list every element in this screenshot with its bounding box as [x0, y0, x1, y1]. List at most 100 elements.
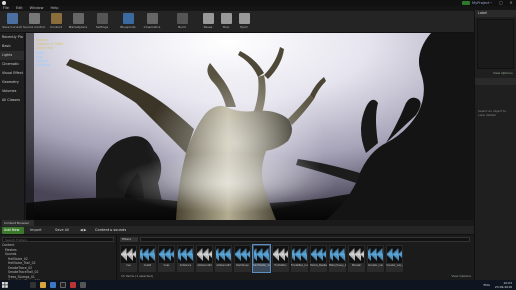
toolbar-label: Build [178, 25, 186, 29]
asset-name: DarkMaster_Voice [253, 264, 270, 267]
clock-date: 23.09.2016 [494, 285, 512, 289]
blueprints-icon [123, 13, 134, 24]
filters-button[interactable]: Filters [120, 237, 138, 242]
taskview-icon[interactable] [30, 282, 36, 288]
asset-tile[interactable]: Ambience03 [215, 245, 232, 272]
toolbar-label: Cinematics [143, 25, 161, 29]
asset-search-input[interactable] [140, 237, 470, 242]
world-outliner-list[interactable] [477, 19, 514, 69]
content-button[interactable]: Content [46, 12, 66, 32]
history-nav-icon[interactable]: ◀ ▶ [80, 227, 87, 234]
save-button[interactable]: Save Current [2, 12, 22, 32]
sound-wave-icon [235, 246, 250, 263]
sound-wave-icon [292, 246, 307, 263]
language-indicator[interactable]: ENG [484, 283, 490, 287]
blueprints-button[interactable]: Blueprints [118, 12, 138, 32]
build-button[interactable]: Build [172, 12, 192, 32]
viewport-scene [26, 33, 474, 220]
marketplace-button[interactable]: Marketplace [68, 12, 88, 32]
breadcrumb-content[interactable]: Content [95, 228, 109, 232]
eject-button[interactable]: Eject [234, 12, 254, 32]
stop-icon [221, 13, 232, 24]
modes-panel: Recently Pla Basic Lights Cinematic Visual E… [0, 33, 25, 220]
app2-icon[interactable] [80, 282, 86, 288]
breadcrumb-sounds[interactable]: sounds [113, 228, 126, 232]
modes-item[interactable]: All Classes [0, 96, 24, 105]
modes-item[interactable]: Cinematic [0, 60, 24, 69]
browser-icon[interactable] [50, 282, 56, 288]
asset-name: Monster [351, 264, 362, 267]
breadcrumb: Content ▸ sounds [95, 228, 127, 232]
asset-count: 15 items (1 selected) [121, 274, 153, 278]
build-icon [177, 13, 188, 24]
main-toolbar: Save Current Source Control Content Marketp… [0, 11, 516, 33]
asset-tile[interactable]: Metal_Heavy_Impact [329, 245, 346, 272]
asset-tile[interactable]: Cue02 [139, 245, 156, 272]
asset-tile[interactable]: monster_roar_cue [386, 245, 403, 272]
asset-tile[interactable]: DarkMaster_Voice [252, 244, 271, 273]
outliner-view-options[interactable]: View Options [475, 71, 516, 75]
source-control-button[interactable]: Source Control [23, 12, 45, 32]
save-all-button[interactable]: Save All [55, 227, 69, 234]
details-header: Label [475, 10, 516, 17]
details-panel: Label View Options Select an object to v… [474, 10, 516, 288]
unreal-taskbar-icon[interactable] [60, 282, 66, 288]
sound-wave-icon [159, 246, 174, 263]
app-icon[interactable] [70, 282, 76, 288]
sound-wave-icon [349, 246, 364, 263]
viewport-overlay-line[interactable]: Simulate [36, 63, 64, 67]
toolbar-label: Marketplace [68, 25, 88, 29]
toolbar-label: Content [50, 25, 62, 29]
asset-tile[interactable]: Cues [158, 245, 175, 272]
marketplace-icon [73, 13, 84, 24]
sound-wave-icon [140, 246, 155, 263]
modes-item[interactable]: Lights [0, 51, 24, 60]
explorer-icon[interactable] [40, 282, 46, 288]
stop-button[interactable]: Stop [216, 12, 236, 32]
level-viewport[interactable] [26, 33, 474, 220]
asset-view-options[interactable]: View Options [451, 274, 471, 278]
viewport-overlay: Camera Selection 0 Offset Game View None Pla… [36, 38, 64, 67]
clock[interactable]: 10:03 23.09.2016 [495, 281, 512, 289]
content-browser-toolbar: Add New Import Save All ◀ ▶ Content ▸ so… [0, 226, 474, 235]
asset-tile[interactable]: Cue [120, 245, 137, 272]
asset-tile[interactable]: FrontalRun [272, 245, 289, 272]
source-control-icon [29, 13, 40, 24]
add-new-button[interactable]: Add New [2, 227, 24, 234]
folder-search-input[interactable]: Search Folders [2, 237, 114, 242]
asset-name: Ambience [179, 264, 192, 267]
asset-tile[interactable]: Hollow_Dwellers [310, 245, 327, 272]
modes-item[interactable]: Volumes [0, 87, 24, 96]
modes-item[interactable]: Basic [0, 42, 24, 51]
asset-name: Cue [126, 264, 131, 267]
os-taskbar: ENG 10:03 23.09.2016 [0, 280, 516, 290]
asset-tile[interactable]: Ambience [177, 245, 194, 272]
sound-wave-icon [216, 246, 231, 263]
asset-tile[interactable]: Monster [348, 245, 365, 272]
folder-tree: Search Folders Content Meshes Sounds HellVo… [0, 235, 117, 288]
asset-name: Cue02 [143, 264, 152, 267]
cinematics-button[interactable]: Cinematics [142, 12, 162, 32]
sound-wave-icon [254, 246, 269, 263]
cinematics-icon [147, 13, 158, 24]
settings-button[interactable]: Settings [92, 12, 112, 32]
asset-name: Cues [163, 264, 170, 267]
sound-wave-icon [311, 246, 326, 263]
import-button[interactable]: Import [30, 227, 42, 234]
windows-start-icon[interactable] [2, 282, 8, 288]
sound-wave-icon [273, 246, 288, 263]
sound-wave-icon [197, 246, 212, 263]
details-tab[interactable] [475, 78, 516, 85]
asset-tile[interactable]: monster_roar [367, 245, 384, 272]
project-badge-icon [462, 1, 470, 5]
sound-wave-icon [330, 246, 345, 263]
modes-item[interactable]: Recently Pla [0, 33, 24, 42]
asset-tile[interactable]: FrontalRun_Cue [291, 245, 308, 272]
modes-item[interactable]: Visual Effect [0, 69, 24, 78]
asset-tile[interactable]: Ambience02 [196, 245, 213, 272]
asset-tile[interactable]: DarkGroup [234, 245, 251, 272]
modes-item[interactable]: Geometry [0, 78, 24, 87]
asset-name: FrontalRun_Cue [291, 264, 308, 267]
unreal-logo-icon [2, 1, 6, 5]
pause-button[interactable]: Pause [198, 12, 218, 32]
